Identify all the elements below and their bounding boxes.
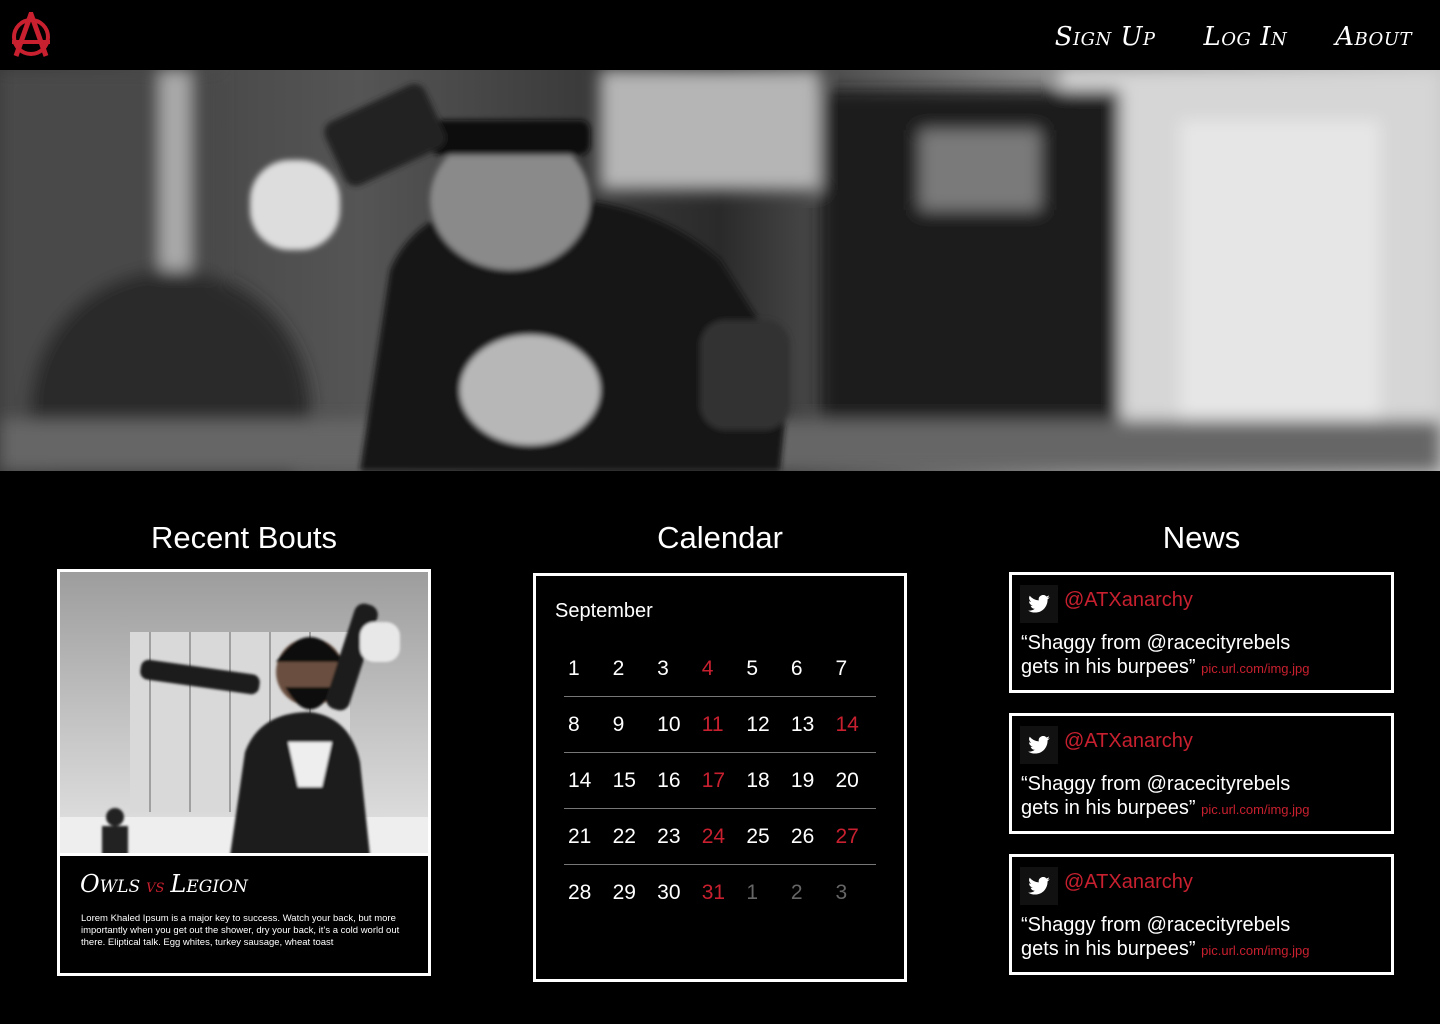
bout-title: Owls vs Legion <box>80 870 248 898</box>
tweet-text: “Shaggy from @racecityrebels gets in his… <box>1021 631 1381 681</box>
calendar-day[interactable]: 27 <box>831 825 876 849</box>
calendar-day[interactable]: 24 <box>698 825 743 849</box>
tweet-media-link[interactable]: pic.url.com/img.jpg <box>1201 661 1309 676</box>
calendar-day[interactable]: 14 <box>564 769 609 793</box>
nav-log-in-link[interactable]: Log In <box>1204 22 1288 52</box>
recent-bouts-heading: Recent Bouts <box>150 520 338 555</box>
calendar-week-row: 8 9 10 11 12 13 14 <box>564 697 876 753</box>
twitter-badge <box>1020 585 1058 623</box>
calendar-day[interactable]: 20 <box>831 769 876 793</box>
calendar-day[interactable]: 9 <box>609 713 654 737</box>
tweet-text: “Shaggy from @racecityrebels gets in his… <box>1021 772 1381 822</box>
calendar-day[interactable]: 5 <box>742 657 787 681</box>
calendar-day[interactable]: 22 <box>609 825 654 849</box>
tweet-text-line-2: gets in his burpees” <box>1021 797 1196 819</box>
calendar-widget: September 1 2 3 4 5 6 7 8 9 10 11 12 13 14 14 15 16 17 18 1… <box>533 573 907 982</box>
calendar-day[interactable]: 28 <box>564 881 609 905</box>
nav-about-link[interactable]: About <box>1335 22 1412 52</box>
calendar-day[interactable]: 15 <box>609 769 654 793</box>
calendar-day[interactable]: 11 <box>698 713 743 737</box>
twitter-bird-icon <box>1028 877 1050 895</box>
calendar-day[interactable]: 3 <box>831 881 876 905</box>
calendar-day[interactable]: 12 <box>742 713 787 737</box>
calendar-day[interactable]: 14 <box>831 713 876 737</box>
news-tweet-card[interactable]: @ATXanarchy “Shaggy from @racecityrebels… <box>1009 854 1394 975</box>
bout-card[interactable]: Owls vs Legion Lorem Khaled Ipsum is a maj… <box>57 569 431 976</box>
news-heading: News <box>1162 520 1241 555</box>
tweet-text-line-1: “Shaggy from @racecityrebels <box>1021 632 1291 654</box>
calendar-heading: Calendar <box>657 520 783 555</box>
calendar-day[interactable]: 31 <box>698 881 743 905</box>
calendar-day[interactable]: 21 <box>564 825 609 849</box>
twitter-bird-icon <box>1028 595 1050 613</box>
calendar-week-row: 21 22 23 24 25 26 27 <box>564 809 876 865</box>
tweet-text-line-1: “Shaggy from @racecityrebels <box>1021 773 1291 795</box>
calendar-day[interactable]: 3 <box>653 657 698 681</box>
tweet-text: “Shaggy from @racecityrebels gets in his… <box>1021 913 1381 963</box>
main-nav: Sign Up Log In About <box>1055 22 1412 52</box>
anarchy-logo-icon[interactable] <box>10 12 52 58</box>
calendar-day[interactable]: 10 <box>653 713 698 737</box>
tweet-handle-link[interactable]: @ATXanarchy <box>1064 871 1193 894</box>
tweet-text-line-1: “Shaggy from @racecityrebels <box>1021 914 1291 936</box>
calendar-day[interactable]: 4 <box>698 657 743 681</box>
tweet-text-line-2: gets in his burpees” <box>1021 938 1196 960</box>
calendar-day[interactable]: 26 <box>787 825 832 849</box>
calendar-day[interactable]: 18 <box>742 769 787 793</box>
nav-sign-up-link[interactable]: Sign Up <box>1055 22 1156 52</box>
calendar-day[interactable]: 2 <box>609 657 654 681</box>
calendar-week-row: 1234567 <box>564 641 876 697</box>
twitter-badge <box>1020 726 1058 764</box>
bout-description: Lorem Khaled Ipsum is a major key to suc… <box>81 913 400 948</box>
calendar-day[interactable]: 7 <box>831 657 876 681</box>
calendar-week-row: 28 29 30 31 1 2 3 <box>564 865 876 921</box>
hero-banner-photo <box>0 70 1440 471</box>
calendar-day[interactable]: 17 <box>698 769 743 793</box>
tweet-handle-link[interactable]: @ATXanarchy <box>1064 730 1193 753</box>
calendar-day[interactable]: 1 <box>564 657 609 681</box>
calendar-week-row: 14 15 16 17 18 19 20 <box>564 753 876 809</box>
twitter-badge <box>1020 867 1058 905</box>
calendar-day[interactable]: 2 <box>787 881 832 905</box>
vs-label: vs <box>146 875 165 897</box>
tweet-media-link[interactable]: pic.url.com/img.jpg <box>1201 943 1309 958</box>
calendar-day[interactable]: 6 <box>787 657 832 681</box>
calendar-day[interactable]: 13 <box>787 713 832 737</box>
team-a-name: Owls <box>80 870 141 898</box>
calendar-day[interactable]: 29 <box>609 881 654 905</box>
team-b-name: Legion <box>170 870 248 898</box>
top-navigation-bar: Sign Up Log In About <box>0 0 1440 70</box>
bout-photo <box>60 572 428 856</box>
news-tweet-card[interactable]: @ATXanarchy “Shaggy from @racecityrebels… <box>1009 572 1394 693</box>
calendar-day[interactable]: 16 <box>653 769 698 793</box>
calendar-grid: 1 2 3 4 5 6 7 8 9 10 11 12 13 14 14 15 16 17 18 19 20 21 22 23 2… <box>564 641 876 921</box>
calendar-day[interactable]: 8 <box>564 713 609 737</box>
calendar-day[interactable]: 19 <box>787 769 832 793</box>
tweet-media-link[interactable]: pic.url.com/img.jpg <box>1201 802 1309 817</box>
tweet-text-line-2: gets in his burpees” <box>1021 656 1196 678</box>
news-tweet-card[interactable]: @ATXanarchy “Shaggy from @racecityrebels… <box>1009 713 1394 834</box>
twitter-bird-icon <box>1028 736 1050 754</box>
tweet-handle-link[interactable]: @ATXanarchy <box>1064 589 1193 612</box>
calendar-day[interactable]: 1 <box>742 881 787 905</box>
calendar-day[interactable]: 30 <box>653 881 698 905</box>
calendar-day[interactable]: 23 <box>653 825 698 849</box>
calendar-month-label: September <box>555 600 653 622</box>
calendar-day[interactable]: 25 <box>742 825 787 849</box>
